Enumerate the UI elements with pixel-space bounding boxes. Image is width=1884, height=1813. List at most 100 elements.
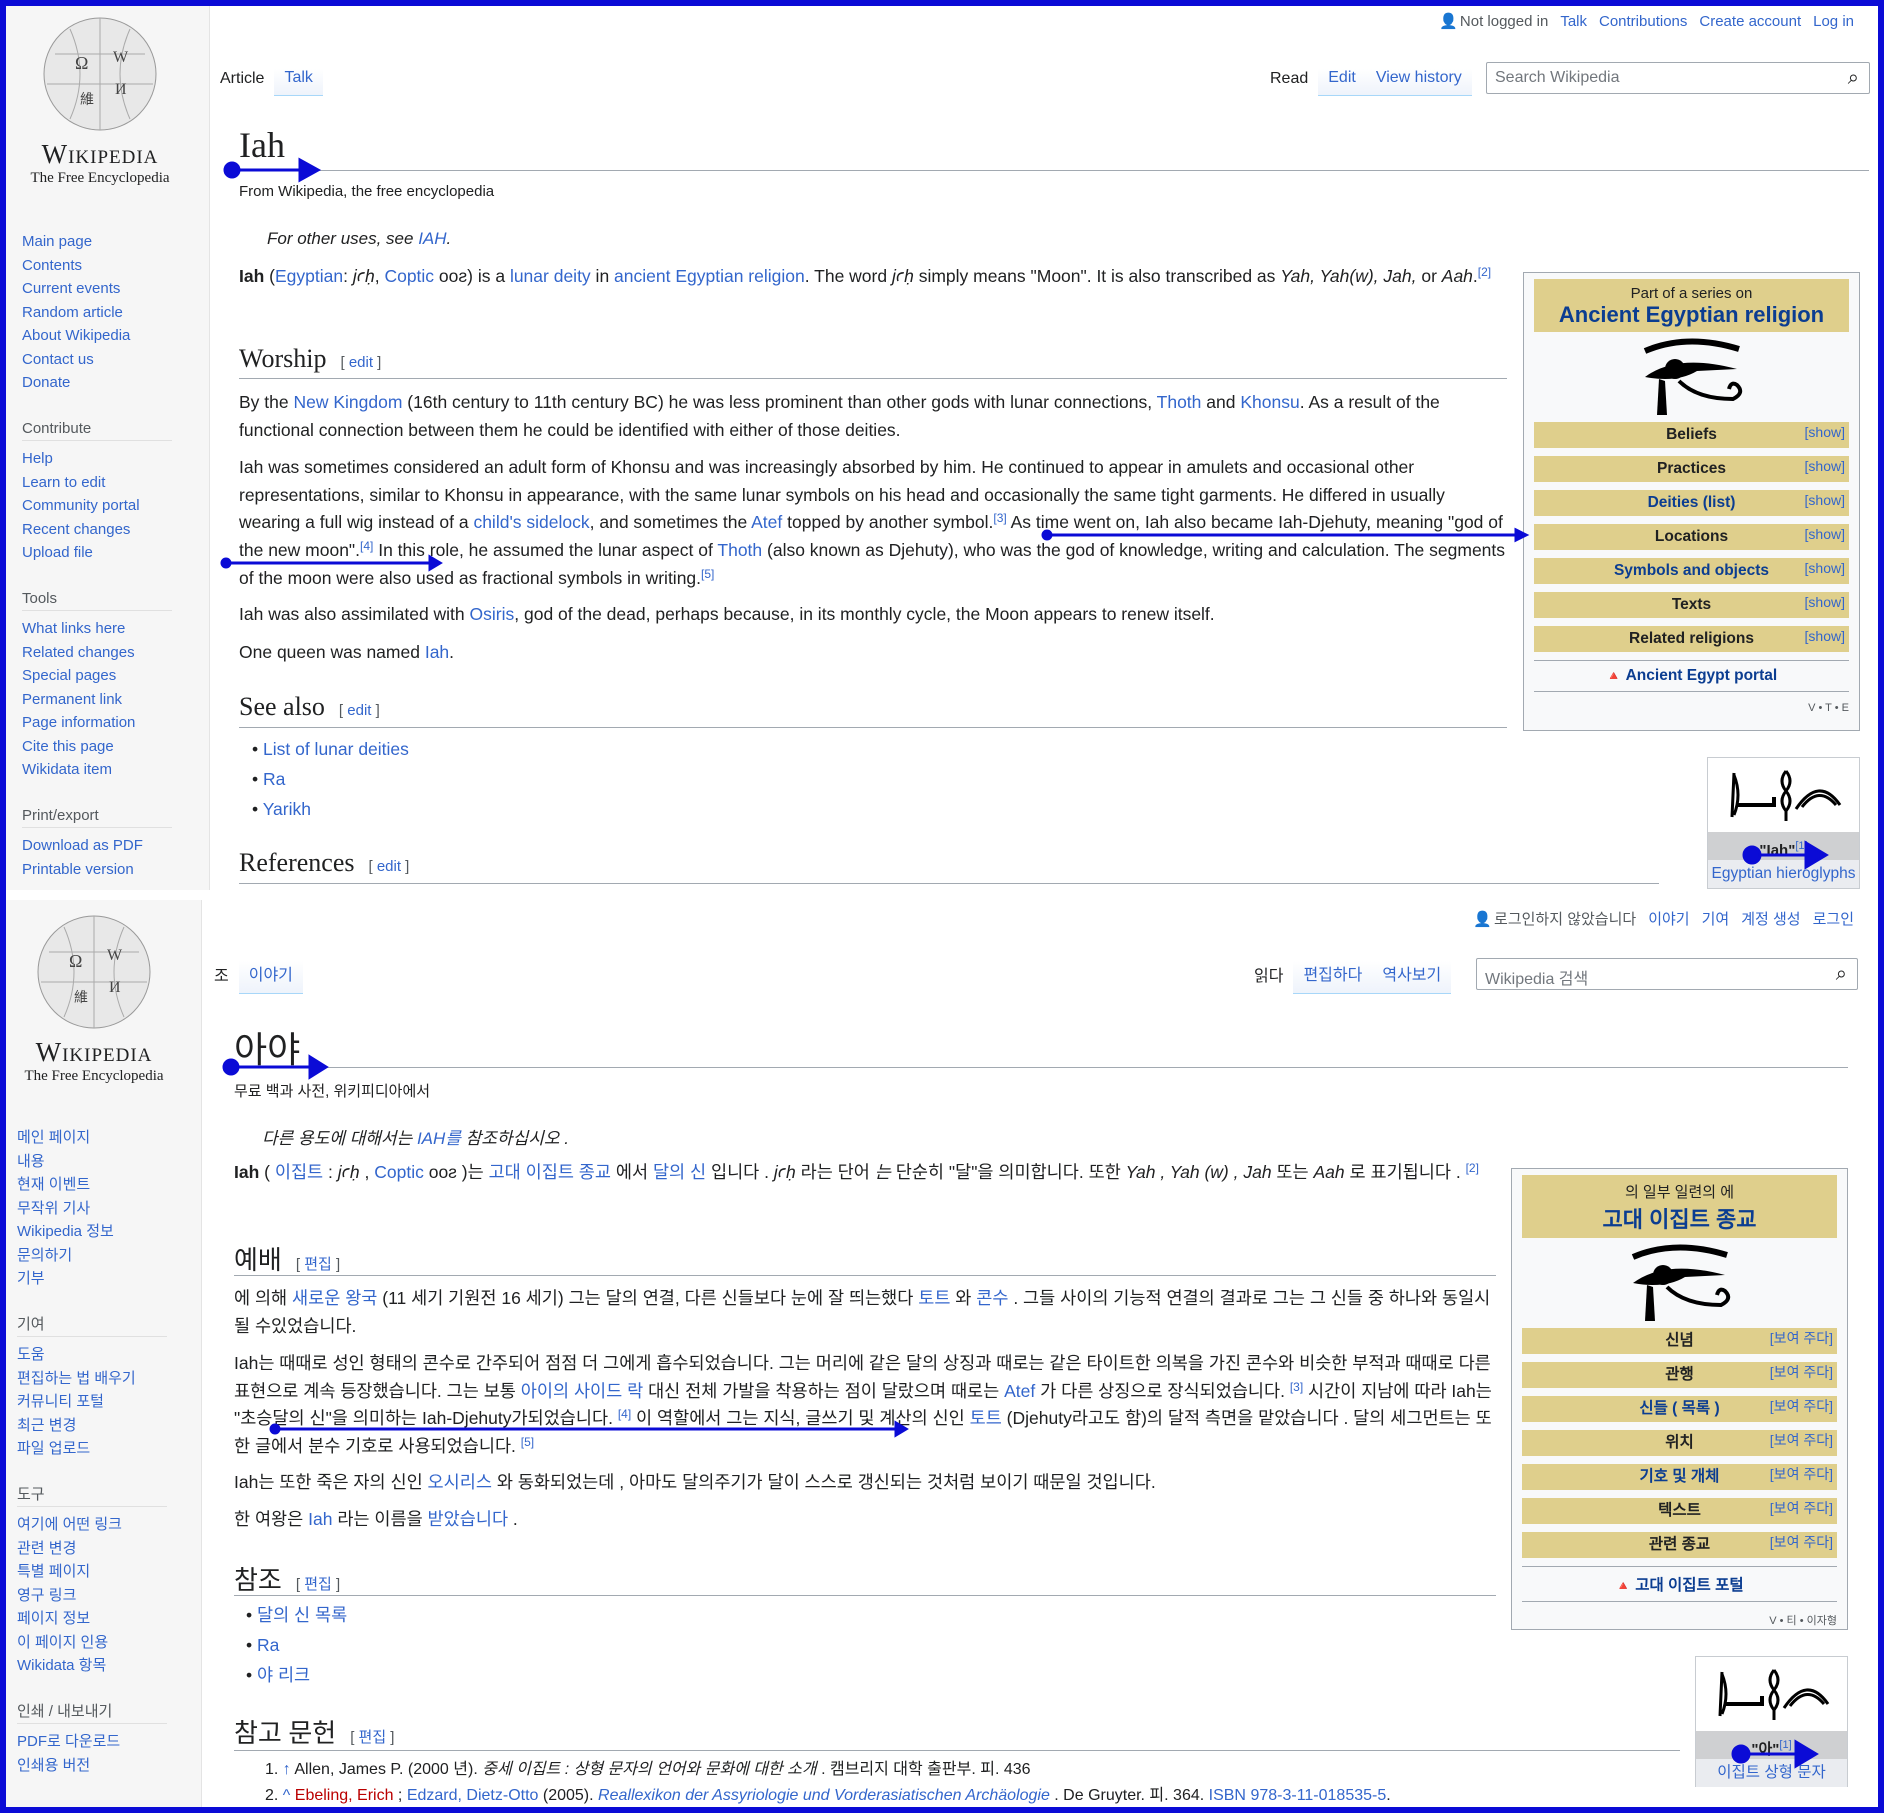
contributions-link[interactable]: 기여 xyxy=(1702,911,1730,928)
inline-link[interactable]: 콘수 xyxy=(976,1288,1008,1308)
edit-section-link[interactable]: [ edit ] xyxy=(340,354,381,371)
show-toggle[interactable]: [보여 주다] xyxy=(1770,1393,1833,1419)
sidebar-link[interactable]: Random article xyxy=(22,301,172,325)
sidebar-link[interactable]: Cite this page xyxy=(22,735,172,759)
show-toggle[interactable]: [보여 주다] xyxy=(1770,1495,1833,1521)
show-toggle[interactable]: [보여 주다] xyxy=(1770,1325,1833,1351)
sidebar-link[interactable]: PDF로 다운로드 xyxy=(17,1730,167,1754)
see-also-link[interactable]: List of lunar deities xyxy=(263,739,409,759)
tab-read[interactable]: 읽다 xyxy=(1244,962,1294,994)
inline-link[interactable]: Thoth xyxy=(1157,392,1202,412)
portal-label[interactable]: Ancient Egypt portal xyxy=(1626,667,1778,684)
citation-link[interactable]: [4] xyxy=(360,539,373,553)
citation-link[interactable]: [3] xyxy=(1290,1380,1303,1394)
inline-link[interactable]: Egyptian xyxy=(275,266,343,286)
contributions-link[interactable]: Contributions xyxy=(1599,13,1687,30)
sidebar-link[interactable]: Wikidata 항목 xyxy=(17,1654,167,1678)
inline-link[interactable]: New Kingdom xyxy=(293,392,402,412)
sidebar-link[interactable]: 특별 페이지 xyxy=(17,1560,167,1584)
show-toggle[interactable]: [보여 주다] xyxy=(1770,1461,1833,1487)
login-link[interactable]: Log in xyxy=(1813,13,1854,30)
tab-view-history[interactable]: 역사보기 xyxy=(1372,961,1452,994)
citation-link[interactable]: [5] xyxy=(701,567,714,581)
sidebar-link[interactable]: Main page xyxy=(22,230,172,254)
sidebar-link[interactable]: 파일 업로드 xyxy=(17,1437,167,1461)
inline-link[interactable]: 오시리스 xyxy=(428,1472,492,1492)
show-toggle[interactable]: [show] xyxy=(1805,487,1845,513)
sidebar-link[interactable]: Wikipedia 정보 xyxy=(17,1220,167,1244)
inline-link[interactable]: Osiris xyxy=(470,604,515,624)
show-toggle[interactable]: [show] xyxy=(1805,453,1845,479)
citation-link[interactable]: [5] xyxy=(521,1435,534,1449)
edit-label[interactable]: 편집 xyxy=(304,1576,332,1593)
tab-article[interactable]: 조 xyxy=(204,962,239,994)
sidebar-link[interactable]: 최근 변경 xyxy=(17,1414,167,1438)
inline-link[interactable]: IAH xyxy=(418,229,446,248)
tab-edit[interactable]: Edit xyxy=(1318,69,1366,96)
sidebar-link[interactable]: Current events xyxy=(22,277,172,301)
portal-label[interactable]: 고대 이집트 포털 xyxy=(1635,1577,1743,1594)
inline-link[interactable]: 새로운 왕국 xyxy=(292,1288,377,1308)
edit-section-link[interactable]: [ 편집 ] xyxy=(350,1729,394,1746)
infobox-row-label[interactable]: 신들 ( 목록 ) xyxy=(1639,1400,1719,1417)
inline-link[interactable]: lunar deity xyxy=(510,266,591,286)
edit-label[interactable]: 편집 xyxy=(304,1256,332,1273)
sidebar-link[interactable]: 편집하는 법 배우기 xyxy=(17,1367,167,1391)
sidebar-link[interactable]: 여기에 어떤 링크 xyxy=(17,1513,167,1537)
show-toggle[interactable]: [show] xyxy=(1805,555,1845,581)
inline-link[interactable]: 고대 이집트 종교 xyxy=(489,1162,611,1182)
talk-link[interactable]: 이야기 xyxy=(1648,911,1689,928)
tab-talk[interactable]: Talk xyxy=(274,69,323,96)
inline-link[interactable]: 아이의 사이드 락 xyxy=(521,1381,643,1401)
inline-link[interactable]: ↑ xyxy=(283,1761,291,1778)
sidebar-link[interactable]: 관련 변경 xyxy=(17,1537,167,1561)
citation-link[interactable]: [3] xyxy=(993,511,1006,525)
redlink[interactable]: Ebeling, Erich xyxy=(295,1787,394,1804)
inline-link[interactable]: IAH를 xyxy=(417,1129,461,1148)
show-toggle[interactable]: [보여 주다] xyxy=(1770,1359,1833,1385)
sidebar-link[interactable]: Recent changes xyxy=(22,518,172,542)
hieroglyphs-link[interactable]: 이집트 상형 문자 xyxy=(1696,1759,1847,1787)
see-also-link[interactable]: Yarikh xyxy=(263,799,311,819)
edit-section-link[interactable]: [ edit ] xyxy=(368,858,409,875)
sidebar-link[interactable]: About Wikipedia xyxy=(22,324,172,348)
sidebar-link[interactable]: 현재 이벤트 xyxy=(17,1173,167,1197)
sidebar-link[interactable]: 페이지 정보 xyxy=(17,1607,167,1631)
wikipedia-logo[interactable]: Ω WИ 維 Wikipedia The Free Encyclopedia xyxy=(20,14,180,187)
edit-section-link[interactable]: [ edit ] xyxy=(339,702,380,719)
search-input[interactable]: Search Wikipedia ⌕ xyxy=(1486,62,1870,94)
sidebar-link[interactable]: Help xyxy=(22,447,172,471)
sidebar-link[interactable]: Special pages xyxy=(22,664,172,688)
vte-links[interactable]: V • T • E xyxy=(1534,692,1849,714)
sidebar-link[interactable]: Community portal xyxy=(22,494,172,518)
inline-link[interactable]: Khonsu xyxy=(1240,392,1299,412)
sidebar-link[interactable]: Learn to edit xyxy=(22,471,172,495)
tab-edit[interactable]: 편집하다 xyxy=(1293,961,1373,994)
see-also-link[interactable]: Ra xyxy=(257,1635,279,1655)
inline-link[interactable]: 달의 신 xyxy=(653,1162,706,1182)
edit-label[interactable]: 편집 xyxy=(359,1729,387,1746)
inline-link[interactable]: Iah xyxy=(425,642,449,662)
inline-link[interactable]: 받았습니다 xyxy=(428,1509,509,1529)
tab-talk[interactable]: 이야기 xyxy=(238,961,303,994)
citation-link[interactable]: [2] xyxy=(1478,265,1491,279)
see-also-link[interactable]: 달의 신 목록 xyxy=(257,1605,347,1625)
wikipedia-logo[interactable]: Ω WИ 維 Wikipedia The Free Encyclopedia xyxy=(14,912,174,1085)
search-input[interactable]: Wikipedia 검색 ⌕ xyxy=(1476,958,1858,990)
inline-link[interactable]: Edzard, Dietz-Otto xyxy=(407,1787,539,1804)
citation-link[interactable]: [4] xyxy=(618,1407,631,1421)
inline-link[interactable]: ancient Egyptian religion xyxy=(614,266,805,286)
tab-view-history[interactable]: View history xyxy=(1365,69,1472,96)
sidebar-link[interactable]: Wikidata item xyxy=(22,758,172,782)
show-toggle[interactable]: [보여 주다] xyxy=(1770,1529,1833,1555)
infobox-title[interactable]: 고대 이집트 종교 xyxy=(1522,1202,1837,1234)
create-account-link[interactable]: 계정 생성 xyxy=(1741,911,1800,928)
inline-link[interactable]: ISBN xyxy=(1209,1787,1246,1804)
inline-link[interactable]: 토트 xyxy=(970,1408,1002,1428)
infobox-row-label[interactable]: Symbols and objects xyxy=(1614,562,1769,579)
hieroglyphs-link[interactable]: Egyptian hieroglyphs xyxy=(1708,860,1859,888)
inline-link[interactable]: Atef xyxy=(751,512,782,532)
inline-link[interactable]: 토트 xyxy=(918,1288,950,1308)
sidebar-link[interactable]: Contents xyxy=(22,254,172,278)
inline-link[interactable]: Coptic xyxy=(374,1162,424,1182)
